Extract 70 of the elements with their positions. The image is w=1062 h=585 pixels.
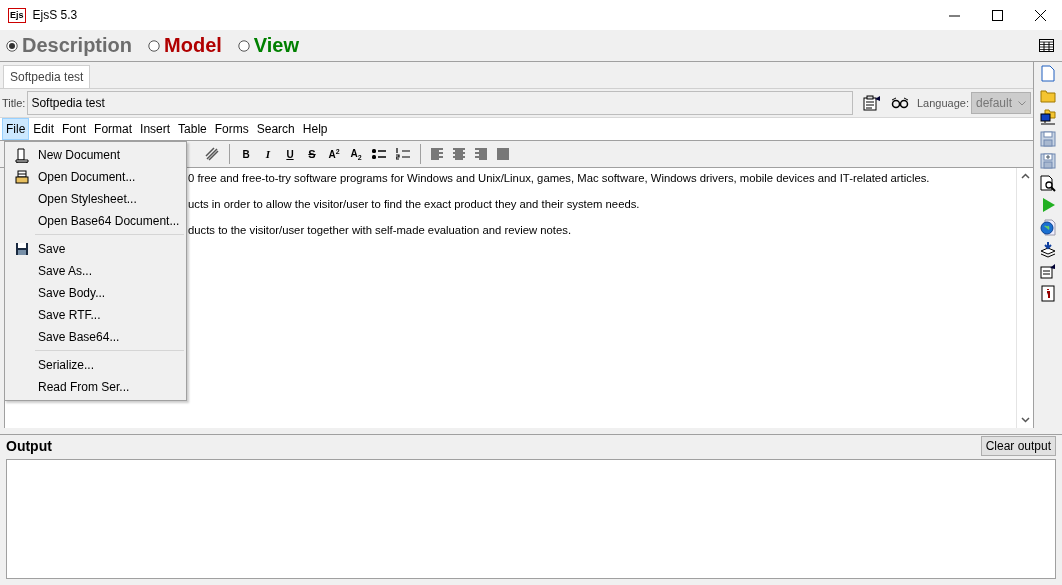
document-text: 0 free and free-to-try software programs for Windows and Unix/Linux, games, Mac software, Windows drivers, mobile devices and IT-related articles. xyxy=(188,172,931,184)
menu-option[interactable]: Save As... xyxy=(38,264,93,278)
menu-option[interactable]: Open Stylesheet... xyxy=(38,192,137,206)
document-text: ducts to the visitor/user together with self-made evaluation and review notes. xyxy=(188,224,573,236)
format-button[interactable]: B xyxy=(240,148,252,160)
menu-option[interactable]: Open Base64 Document... xyxy=(38,214,180,228)
bullet-list-icon[interactable] xyxy=(372,148,386,160)
table-icon[interactable] xyxy=(1039,39,1054,52)
tab[interactable]: Softpedia test xyxy=(3,65,91,88)
close-icon[interactable] xyxy=(1035,9,1046,21)
align-center-icon[interactable] xyxy=(453,148,465,160)
format-button[interactable]: A$^{2}$ xyxy=(328,147,340,161)
floppy-icon xyxy=(14,241,29,257)
menu-item[interactable]: Help xyxy=(298,118,332,140)
menu-item[interactable]: Insert xyxy=(136,118,175,140)
maximize-icon[interactable] xyxy=(992,9,1003,21)
chevron-down-icon xyxy=(1018,100,1027,106)
glasses-icon[interactable] xyxy=(891,97,909,109)
menu-option[interactable]: Save Base64... xyxy=(38,330,120,344)
align-left-icon[interactable] xyxy=(431,148,443,160)
unlink-icon[interactable] xyxy=(205,147,219,161)
menu-option[interactable]: Read From Ser... xyxy=(38,380,130,394)
format-button[interactable]: S xyxy=(306,148,318,160)
new-document-icon[interactable] xyxy=(1040,65,1056,82)
menu-option[interactable]: Save Body... xyxy=(38,286,106,300)
menu-option[interactable]: New Document xyxy=(38,148,121,162)
menu-item[interactable]: Table xyxy=(174,118,211,140)
preview-icon[interactable] xyxy=(1040,175,1056,192)
language-label: Language: xyxy=(917,97,969,109)
window-title: EjsS 5.3 xyxy=(32,8,79,22)
stack-icon[interactable] xyxy=(1040,241,1056,258)
output-title: Output xyxy=(6,438,52,454)
menu-item[interactable]: Font xyxy=(58,118,91,140)
info-icon[interactable] xyxy=(1040,285,1056,302)
printer-icon xyxy=(14,169,29,185)
format-button[interactable]: I xyxy=(262,148,274,160)
menu-item[interactable]: Edit xyxy=(29,118,59,140)
menu-option[interactable]: Save RTF... xyxy=(38,308,101,322)
clipboard-icon[interactable] xyxy=(863,95,881,111)
document-icon xyxy=(14,147,29,163)
app-logo: Ejs xyxy=(8,7,26,23)
radio-button[interactable] xyxy=(237,39,250,52)
align-right-icon[interactable] xyxy=(475,148,487,160)
title-label: Title: xyxy=(2,97,26,109)
mode-label[interactable]: Model xyxy=(164,34,222,57)
save-icon[interactable] xyxy=(1040,131,1056,148)
format-button[interactable]: A$_{2}$ xyxy=(350,147,362,161)
menu-option[interactable]: Serialize... xyxy=(38,358,95,372)
edit-icon[interactable] xyxy=(1040,263,1056,280)
play-icon[interactable] xyxy=(1040,197,1056,214)
network-folder-icon[interactable] xyxy=(1040,109,1056,126)
mode-label[interactable]: Description xyxy=(22,34,133,57)
menu-item[interactable]: File xyxy=(2,118,30,140)
menu-item[interactable]: Format xyxy=(90,118,137,140)
numbered-list-icon[interactable] xyxy=(396,148,410,160)
menu-option[interactable]: Open Document... xyxy=(38,170,136,184)
radio-button[interactable] xyxy=(148,39,161,52)
document-text: ucts in order to allow the visitor/user to find the exact product they and their system needs. xyxy=(188,198,641,210)
mode-label[interactable]: View xyxy=(253,34,300,57)
menu-item[interactable]: Forms xyxy=(210,118,253,140)
clear-output-button[interactable]: Clear output xyxy=(980,436,1056,456)
menu-option[interactable]: Save xyxy=(38,242,66,256)
scroll-down-icon[interactable] xyxy=(1020,417,1030,423)
folder-icon[interactable] xyxy=(1040,87,1056,104)
format-button[interactable]: U xyxy=(284,148,296,160)
save-plus-icon[interactable] xyxy=(1040,153,1056,170)
menu-item[interactable]: Search xyxy=(252,118,299,140)
title-field[interactable]: Softpedia test xyxy=(27,91,853,115)
radio-button[interactable] xyxy=(6,39,18,52)
scroll-up-icon[interactable] xyxy=(1020,173,1030,179)
